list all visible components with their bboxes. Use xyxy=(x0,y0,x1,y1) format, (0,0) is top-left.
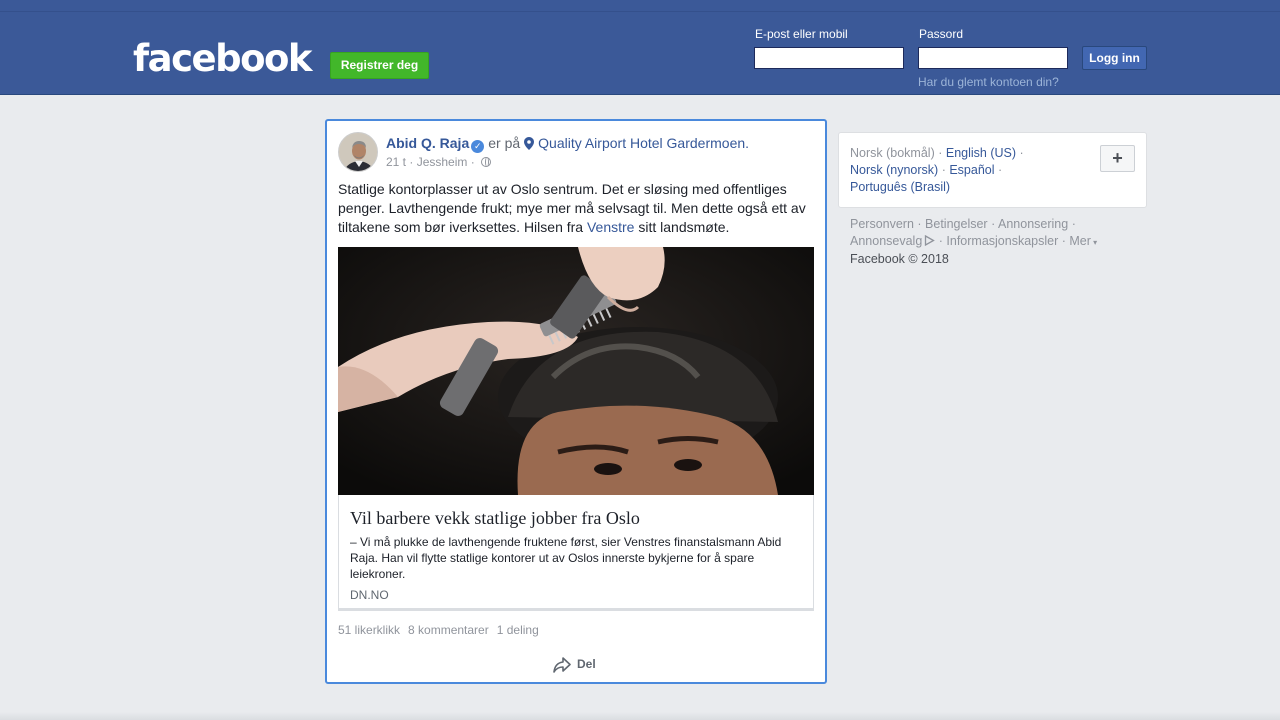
share-label: Del xyxy=(577,657,596,671)
shares-count[interactable]: 1 deling xyxy=(497,623,539,637)
link-preview-image[interactable] xyxy=(338,247,814,495)
top-strip xyxy=(0,0,1280,12)
terms-link[interactable]: Betingelser xyxy=(925,217,988,231)
footer-links: Personvern · Betingelser · Annonsering ·… xyxy=(850,217,1098,266)
post-text-end: sitt landsmøte. xyxy=(634,219,730,235)
verified-badge-icon: ✓ xyxy=(471,140,485,153)
email-input[interactable] xyxy=(754,47,904,69)
author-name[interactable]: Abid Q. Raja xyxy=(386,135,469,151)
post-card: Abid Q. Raja ✓ er på Quality Airport Hotel … xyxy=(325,119,827,684)
likes-count[interactable]: 51 likerklikk xyxy=(338,623,400,637)
forgot-account-link[interactable]: Har du glemt kontoen din? xyxy=(918,75,1059,89)
post-header: Abid Q. Raja ✓ er på Quality Airport Hotel … xyxy=(386,134,749,153)
language-english[interactable]: English (US) xyxy=(946,146,1016,160)
post-meta: 21 t · Jessheim · xyxy=(386,155,492,169)
privacy-link[interactable]: Personvern xyxy=(850,217,914,231)
advertising-link[interactable]: Annonsering xyxy=(998,217,1068,231)
link-title[interactable]: Vil barbere vekk statlige jobber fra Osl… xyxy=(350,508,640,529)
more-link[interactable]: Mer xyxy=(1069,234,1091,248)
password-label: Passord xyxy=(919,27,964,41)
post-location[interactable]: Jessheim xyxy=(417,155,468,169)
language-current: Norsk (bokmål) xyxy=(850,146,935,160)
more-languages-button[interactable]: + xyxy=(1100,145,1135,172)
share-button[interactable]: Del xyxy=(553,654,596,674)
login-button[interactable]: Logg inn xyxy=(1082,46,1147,70)
post-text-part: Statlige kontorplasser ut av Oslo sentru… xyxy=(338,181,806,235)
facebook-logo[interactable]: facebook xyxy=(133,37,313,81)
checkin-text: er på xyxy=(488,135,521,151)
checkin-place-link[interactable]: Quality Airport Hotel Gardermoen. xyxy=(538,135,749,151)
location-pin-icon xyxy=(524,137,535,150)
link-preview-card[interactable]: Vil barbere vekk statlige jobber fra Osl… xyxy=(338,495,814,611)
link-description: – Vi må plukke de lavthengende fruktene … xyxy=(350,535,782,581)
password-input[interactable] xyxy=(918,47,1068,69)
ad-choices-icon xyxy=(925,234,936,247)
more-caret-icon: ▾ xyxy=(1090,238,1098,247)
link-domain: DN.NO xyxy=(350,588,389,602)
avatar-image-icon xyxy=(339,133,377,171)
comments-count[interactable]: 8 kommentarer xyxy=(408,623,489,637)
email-label: E-post eller mobil xyxy=(755,27,848,41)
post-message: Statlige kontorplasser ut av Oslo sentru… xyxy=(338,180,816,237)
post-timestamp[interactable]: 21 t xyxy=(386,155,406,169)
language-spanish[interactable]: Español xyxy=(949,163,994,177)
language-list: Norsk (bokmål) · English (US) · Norsk (n… xyxy=(850,146,1024,194)
haircut-photo-icon xyxy=(338,247,814,495)
copyright: Facebook © 2018 xyxy=(850,252,949,266)
header-bar: facebook Registrer deg E-post eller mobi… xyxy=(0,12,1280,95)
register-button[interactable]: Registrer deg xyxy=(330,52,429,79)
venstre-link[interactable]: Venstre xyxy=(587,219,634,235)
share-arrow-icon xyxy=(553,657,571,673)
bottom-edge xyxy=(0,712,1280,720)
language-nynorsk[interactable]: Norsk (nynorsk) xyxy=(850,163,938,177)
language-selector-box: Norsk (bokmål) · English (US) · Norsk (n… xyxy=(838,132,1147,208)
language-portuguese[interactable]: Português (Brasil) xyxy=(850,180,950,194)
cookies-link[interactable]: Informasjonskapsler xyxy=(946,234,1058,248)
post-stats: 51 likerklikk 8 kommentarer 1 deling xyxy=(338,623,547,637)
ad-choices-link[interactable]: Annonsevalg xyxy=(850,234,922,248)
public-globe-icon xyxy=(481,157,492,167)
avatar[interactable] xyxy=(338,132,378,172)
